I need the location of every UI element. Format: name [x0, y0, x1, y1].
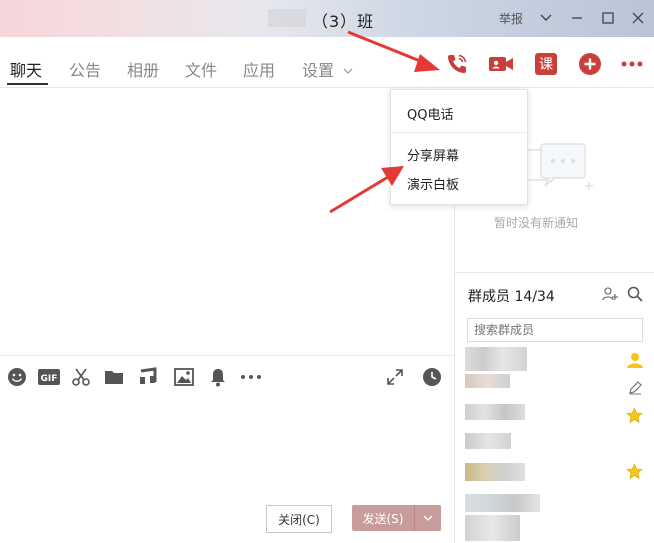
minimize-icon[interactable] — [566, 7, 588, 29]
send-options-dropdown[interactable] — [414, 505, 441, 531]
call-menu: QQ电话 分享屏幕 演示白板 — [390, 89, 528, 205]
chevron-down-icon[interactable] — [535, 7, 557, 29]
chevron-down-icon — [423, 515, 433, 521]
admin-star-icon — [626, 463, 643, 480]
video-icon[interactable] — [488, 51, 514, 77]
close-button[interactable]: 关闭(C) — [266, 505, 332, 533]
menu-item-share-screen[interactable]: 分享屏幕 — [407, 145, 459, 164]
more-tools-icon[interactable] — [239, 366, 263, 388]
chevron-down-icon — [343, 68, 353, 75]
chat-messages-area[interactable] — [0, 88, 454, 354]
report-button[interactable]: 举报 — [499, 10, 523, 27]
edit-icon[interactable] — [628, 380, 643, 395]
members-title: 群成员 14/34 — [468, 289, 555, 305]
list-item[interactable] — [465, 463, 525, 481]
window-title: （3）班 — [312, 12, 375, 31]
members-divider — [455, 272, 654, 273]
folder-icon[interactable] — [103, 366, 125, 388]
tab-chat[interactable]: 聊天 — [10, 57, 42, 81]
list-item[interactable] — [465, 433, 511, 449]
list-item[interactable] — [465, 404, 525, 420]
clock-icon[interactable] — [421, 366, 443, 388]
image-icon[interactable] — [173, 366, 195, 388]
tab-announcement[interactable]: 公告 — [69, 57, 101, 81]
tab-bar: 聊天 公告 相册 文件 应用 设置 课 — [0, 37, 654, 88]
svg-text:GIF: GIF — [41, 374, 58, 384]
menu-item-qq-call[interactable]: QQ电话 — [407, 104, 453, 123]
phone-icon[interactable] — [444, 51, 470, 77]
list-item[interactable] — [465, 494, 540, 512]
plus-circle-icon[interactable] — [577, 51, 603, 77]
menu-divider — [391, 132, 527, 133]
title-bar: （3）班 举报 — [0, 0, 654, 37]
menu-item-whiteboard[interactable]: 演示白板 — [407, 174, 459, 193]
notice-empty-text: 暂时没有新通知 — [494, 216, 579, 230]
add-member-icon[interactable] — [602, 286, 618, 302]
music-icon[interactable] — [137, 366, 159, 388]
emoji-icon[interactable] — [6, 366, 28, 388]
list-item[interactable] — [465, 347, 527, 371]
tab-apps[interactable]: 应用 — [243, 57, 275, 81]
admin-star-icon — [626, 407, 643, 424]
list-item[interactable] — [465, 374, 510, 388]
maximize-icon[interactable] — [597, 7, 619, 29]
search-icon[interactable] — [627, 286, 643, 302]
class-label: 课 — [535, 53, 557, 75]
title-blurred-prefix — [268, 9, 306, 27]
active-tab-underline — [7, 83, 48, 85]
tab-files[interactable]: 文件 — [185, 57, 217, 81]
bell-icon[interactable] — [207, 366, 229, 388]
group-owner-icon — [626, 351, 644, 369]
member-search-input[interactable] — [467, 318, 643, 342]
send-button[interactable]: 发送(S) — [352, 505, 414, 531]
class-button[interactable]: 课 — [533, 51, 559, 77]
more-icon[interactable] — [619, 51, 645, 77]
tab-album[interactable]: 相册 — [127, 57, 159, 81]
list-item[interactable] — [465, 515, 520, 541]
tab-settings-label: 设置 — [302, 61, 335, 80]
expand-icon[interactable] — [384, 366, 406, 388]
close-icon[interactable] — [627, 7, 649, 29]
report-label: 举报 — [499, 12, 524, 26]
gif-icon[interactable]: GIF — [37, 366, 61, 388]
tab-settings[interactable]: 设置 — [302, 57, 353, 81]
input-toolbar: GIF — [0, 355, 454, 398]
scissors-icon[interactable] — [70, 366, 92, 388]
